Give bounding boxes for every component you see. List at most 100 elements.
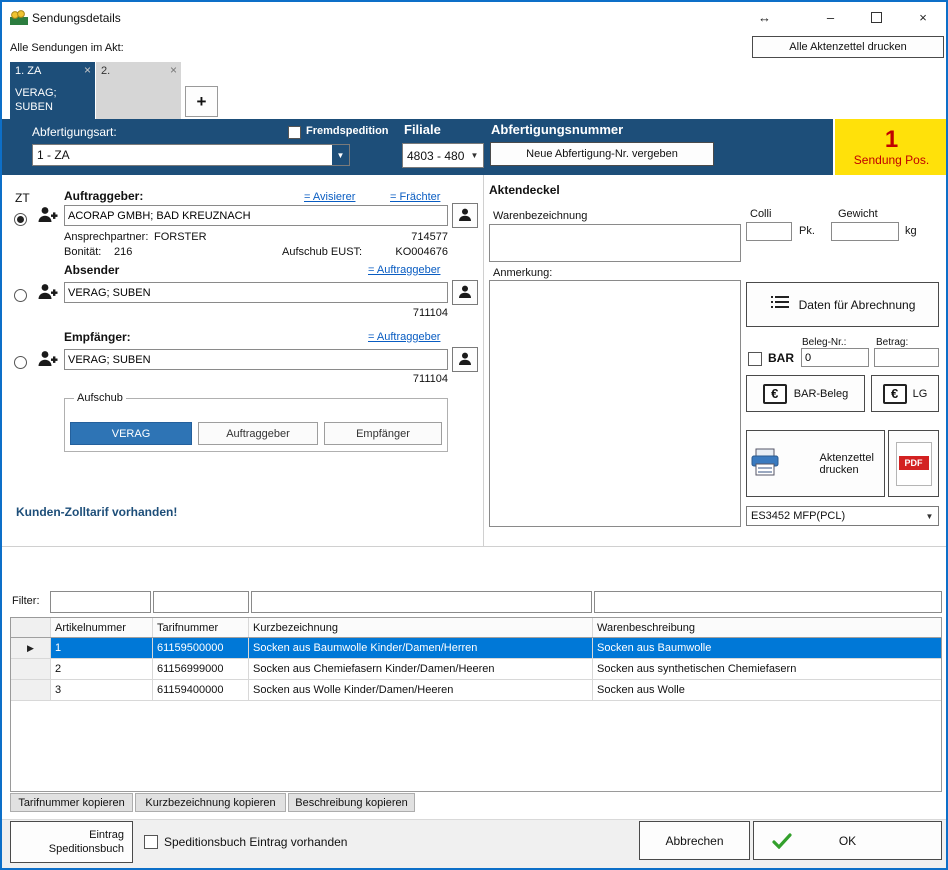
copy-kurzbezeichnung-button[interactable]: Kurzbezeichnung kopieren — [135, 793, 286, 812]
abbrechen-button[interactable]: Abbrechen — [639, 821, 750, 860]
auftraggeber-number: 714577 — [382, 231, 448, 243]
filiale-label: Filiale — [404, 122, 441, 137]
tab-2[interactable]: 2. × — [96, 62, 181, 119]
absender-number: 711104 — [382, 307, 448, 319]
colli-input[interactable] — [746, 222, 792, 241]
absender-add-person-icon[interactable] — [36, 282, 58, 304]
aufschub-verag-button[interactable]: VERAG — [70, 422, 192, 445]
bar-label: BAR — [768, 351, 794, 365]
titlebar — [2, 2, 946, 32]
abfertigungsart-select[interactable]: 1 - ZA ▼ — [32, 144, 350, 166]
bar-beleg-button[interactable]: € BAR-Beleg — [746, 375, 865, 412]
auftraggeber-radio[interactable] — [14, 213, 27, 226]
warenbezeichnung-input[interactable] — [489, 224, 741, 262]
beleg-nr-input[interactable] — [801, 348, 869, 367]
auftraggeber-input[interactable] — [64, 205, 448, 226]
table-cell: Socken aus Wolle — [593, 680, 941, 700]
filter-label: Filter: — [12, 595, 40, 607]
chevron-down-icon: ▼ — [921, 507, 938, 525]
abfertigungsnummer-label: Abfertigungsnummer — [491, 122, 623, 137]
column-header-artikelnummer[interactable]: Artikelnummer — [51, 618, 153, 637]
empfaenger-radio[interactable] — [14, 356, 27, 369]
gewicht-input[interactable] — [831, 222, 899, 241]
bar-beleg-button-label: BAR-Beleg — [794, 388, 848, 400]
column-header-kurzbezeichnung[interactable]: Kurzbezeichnung — [249, 618, 593, 637]
table-row[interactable]: ▶ 1 61159500000 Socken aus Baumwolle Kin… — [11, 638, 941, 659]
aufschub-auftraggeber-button[interactable]: Auftraggeber — [198, 422, 318, 445]
articles-table: Artikelnummer Tarifnummer Kurzbezeichnun… — [10, 617, 942, 792]
empfaenger-add-person-icon[interactable] — [36, 349, 58, 371]
close-button[interactable]: × — [900, 2, 946, 32]
bonitaet-value: 216 — [114, 246, 132, 258]
pk-label: Pk. — [799, 225, 815, 237]
resize-button[interactable]: ↔ — [742, 2, 787, 32]
current-row-arrow-icon: ▶ — [27, 643, 34, 654]
tab-1-line1: VERAG; — [15, 87, 57, 99]
fremdspedition-checkbox[interactable] — [288, 126, 301, 139]
add-tab-button[interactable]: + — [185, 86, 218, 117]
tab-2-close-icon[interactable]: × — [170, 63, 177, 77]
ok-button[interactable]: OK — [753, 821, 942, 860]
sendungsdetails-window: Sendungsdetails ↔ – × Alle Sendungen im … — [0, 0, 948, 870]
table-row[interactable]: 3 61159400000 Socken aus Wolle Kinder/Da… — [11, 680, 941, 701]
minimize-button[interactable]: – — [808, 2, 853, 32]
empfaenger-link[interactable]: = Auftraggeber — [368, 331, 440, 343]
lg-button-label: LG — [913, 388, 928, 400]
anmerkung-textarea[interactable] — [489, 280, 741, 527]
copy-tarifnummer-button[interactable]: Tarifnummer kopieren — [10, 793, 133, 812]
tab-1[interactable]: 1. ZA × VERAG; SUBEN — [10, 62, 95, 119]
beleg-nr-label: Beleg-Nr.: — [802, 337, 846, 348]
absender-link[interactable]: = Auftraggeber — [368, 264, 440, 276]
column-header-warenbeschreibung[interactable]: Warenbeschreibung — [593, 618, 941, 637]
abrechnung-button-label: Daten für Abrechnung — [799, 298, 916, 312]
avisierer-link[interactable]: = Avisierer — [304, 191, 355, 203]
euro-icon: € — [763, 384, 787, 404]
table-cell: Socken aus Baumwolle Kinder/Damen/Herren — [249, 638, 593, 658]
ansprechpartner-label: Ansprechpartner: — [64, 231, 148, 243]
abrechnung-button[interactable]: Daten für Abrechnung — [746, 282, 939, 327]
pdf-button[interactable]: PDF — [888, 430, 939, 497]
absender-radio[interactable] — [14, 289, 27, 302]
row-selector-cell[interactable] — [11, 659, 51, 679]
aufschub-empfaenger-button[interactable]: Empfänger — [324, 422, 442, 445]
auftraggeber-add-person-icon[interactable] — [36, 205, 58, 227]
close-icon: × — [919, 10, 927, 25]
filter-input-2[interactable] — [153, 591, 249, 613]
aufschub-eust-label: Aufschub EUST: — [282, 246, 362, 258]
sendung-pos-label: Sendung Pos. — [854, 153, 929, 167]
pdf-icon: PDF — [896, 442, 932, 486]
bar-checkbox[interactable] — [748, 352, 762, 366]
column-header-tarifnummer[interactable]: Tarifnummer — [153, 618, 249, 637]
maximize-button[interactable] — [854, 2, 899, 32]
speditionsbuch-checkbox[interactable] — [144, 835, 158, 849]
aktenzettel-button[interactable]: Aktenzettel drucken — [746, 430, 885, 497]
eintrag-speditionsbuch-button[interactable]: Eintrag Speditionsbuch — [10, 821, 133, 863]
fraechter-link[interactable]: = Frächter — [390, 191, 440, 203]
row-selector-cell[interactable]: ▶ — [11, 638, 51, 658]
absender-input[interactable] — [64, 282, 448, 303]
table-corner-cell[interactable] — [11, 618, 51, 637]
neue-abfertigung-button[interactable]: Neue Abfertigung-Nr. vergeben — [490, 142, 714, 166]
filter-input-4[interactable] — [594, 591, 942, 613]
row-selector-cell[interactable] — [11, 680, 51, 700]
filter-input-3[interactable] — [251, 591, 592, 613]
sendung-pos-panel: 1 Sendung Pos. — [833, 119, 948, 175]
filter-input-1[interactable] — [50, 591, 151, 613]
betrag-input[interactable] — [874, 348, 939, 367]
tab-1-close-icon[interactable]: × — [84, 63, 91, 77]
copy-beschreibung-button[interactable]: Beschreibung kopieren — [288, 793, 415, 812]
table-row[interactable]: 2 61156999000 Socken aus Chemiefasern Ki… — [11, 659, 941, 680]
print-all-button[interactable]: Alle Aktenzettel drucken — [752, 36, 944, 58]
tab-2-title: 2. — [101, 65, 110, 77]
filiale-value: 4803 - 480 — [403, 144, 466, 167]
absender-contact-button[interactable] — [452, 280, 478, 305]
minimize-icon: – — [827, 10, 834, 25]
empfaenger-contact-button[interactable] — [452, 347, 478, 372]
auftraggeber-contact-button[interactable] — [452, 203, 478, 228]
empfaenger-label: Empfänger: — [64, 330, 131, 344]
lg-button[interactable]: € LG — [871, 375, 939, 412]
filiale-select[interactable]: 4803 - 480 ▼ — [402, 143, 484, 168]
gewicht-label: Gewicht — [838, 208, 878, 220]
empfaenger-input[interactable] — [64, 349, 448, 370]
printer-select[interactable]: ES3452 MFP(PCL) ▼ — [746, 506, 939, 526]
